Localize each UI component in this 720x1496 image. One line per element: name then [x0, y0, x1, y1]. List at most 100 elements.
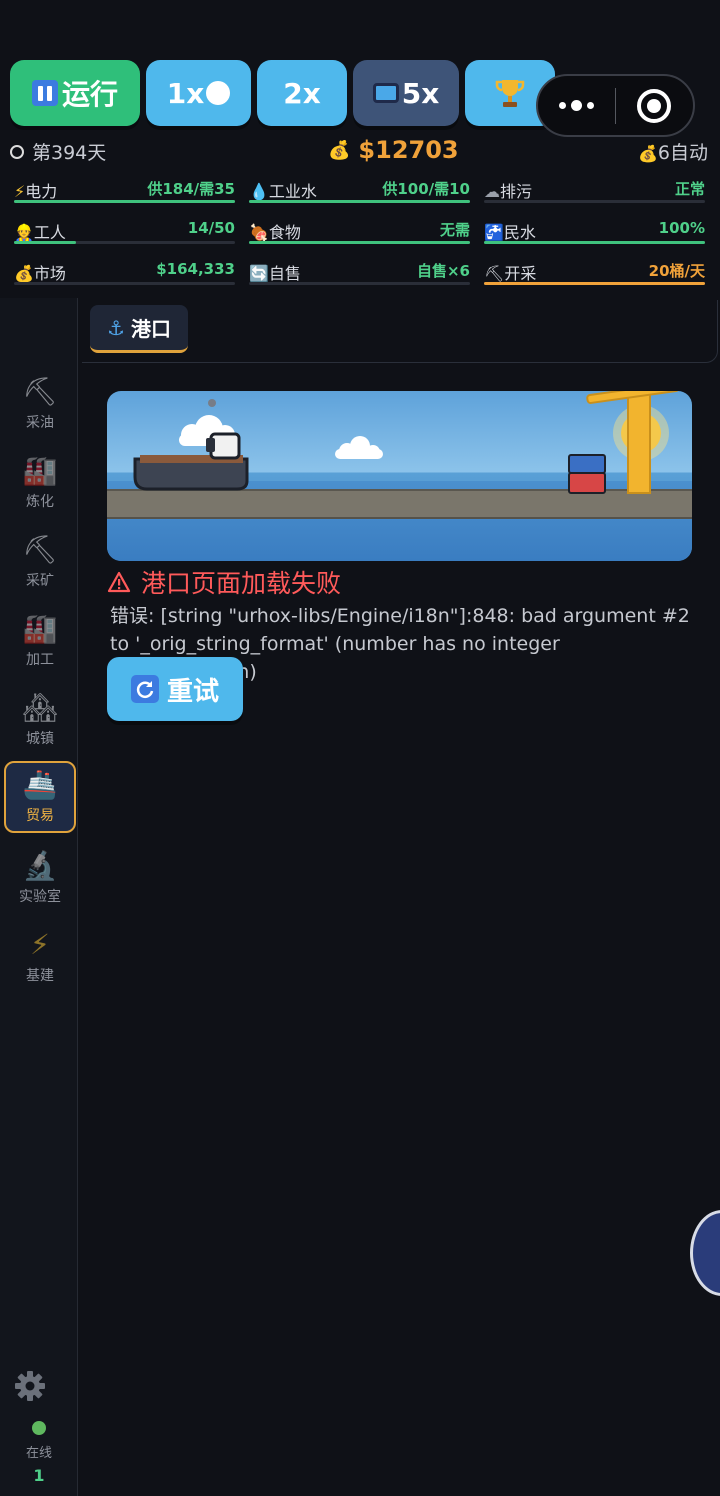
refresh-icon: 🔄	[249, 264, 269, 283]
money-display: 💰 $12703	[328, 136, 459, 164]
error-title: 港口页面加载失败	[107, 564, 341, 600]
resource-bar	[14, 241, 235, 244]
faucet-icon: 🚰	[484, 223, 504, 242]
sidebar-item-label: 基建	[26, 968, 54, 984]
resource-label: 开采	[504, 264, 537, 283]
resource-power: ⚡电力 供184/需35	[14, 176, 235, 210]
tab-port[interactable]: ⚓ 港口	[90, 305, 188, 353]
port-scene-art	[133, 391, 680, 494]
pickaxe-icon: ⛏	[22, 532, 58, 566]
resource-label: 电力	[25, 182, 58, 201]
floating-assistant-button[interactable]	[690, 1210, 720, 1296]
sidebar-item-label: 实验室	[19, 889, 61, 905]
error-title-text: 港口页面加载失败	[141, 569, 342, 598]
speed-controls: 运行 1x 2x 5x	[10, 60, 555, 128]
worker-icon: 👷	[14, 223, 34, 242]
pickaxe-icon: ⛏	[484, 264, 505, 283]
tab-label: 港口	[130, 317, 171, 341]
retry-button[interactable]: 重试	[107, 657, 243, 721]
speed-1x-button[interactable]: 1x	[146, 60, 251, 126]
resource-value: $164,333	[156, 260, 235, 278]
day-counter: 第394天	[10, 138, 106, 165]
sidebar-item-refinery[interactable]: 🏭 炼化	[4, 445, 76, 517]
sidebar-item-town[interactable]: 🏘 城镇	[4, 682, 76, 754]
sidebar-item-label: 炼化	[26, 494, 54, 510]
close-target-button[interactable]	[616, 88, 693, 123]
status-line: 第394天 💰 $12703 💰6自动	[10, 136, 710, 166]
resource-value: 14/50	[187, 219, 235, 237]
speed-5x-button[interactable]: 5x	[353, 60, 459, 126]
circle-icon	[206, 81, 231, 105]
trophy-icon	[495, 80, 525, 107]
sidebar-item-mining[interactable]: ⛏ 采矿	[4, 524, 76, 596]
resource-civil-water: 🚰民水 100%	[484, 217, 705, 251]
online-count: 1	[33, 1466, 45, 1485]
warning-icon	[107, 571, 131, 593]
resource-label: 排污	[500, 182, 533, 201]
meat-icon: 🍖	[249, 223, 269, 242]
resource-bar	[484, 241, 705, 244]
factory-icon: 🏭	[22, 611, 58, 645]
resource-bar	[484, 282, 705, 285]
resource-sewage: ☁排污 正常	[484, 176, 705, 210]
resource-value: 正常	[674, 180, 705, 198]
water-drop-icon: 💧	[249, 182, 269, 201]
resource-bar	[249, 241, 470, 244]
sidebar: ⛏ 采油 🏭 炼化 ⛏ 采矿 🏭 加工 🏘 城镇 🚢 贸易 🔬 实验室 ⚡ 基建	[0, 298, 78, 1496]
auto-text: 6自动	[657, 142, 708, 164]
run-button[interactable]: 运行	[10, 60, 140, 126]
resource-bar	[249, 282, 470, 285]
money-bag-icon: 💰	[328, 139, 351, 161]
resource-bar	[14, 282, 235, 285]
sidebar-item-label: 采矿	[26, 573, 54, 589]
resource-workers: 👷工人 14/50	[14, 217, 235, 251]
resource-bar	[14, 200, 235, 203]
money-text: $12703	[358, 136, 459, 164]
resource-extraction: ⛏开采 20桶/天	[484, 258, 705, 292]
money-bag-icon: 💰	[637, 144, 658, 163]
resource-bar	[484, 200, 705, 203]
clock-icon	[10, 144, 24, 159]
retry-label: 重试	[166, 676, 219, 707]
resource-label: 食物	[268, 223, 301, 242]
speed-2x-label: 2x	[283, 76, 321, 110]
resource-value: 20桶/天	[648, 262, 705, 280]
lightning-icon: ⚡	[14, 182, 26, 201]
run-label: 运行	[61, 78, 118, 111]
factory-icon: 🏭	[22, 453, 58, 487]
resource-value: 供184/需35	[147, 180, 235, 198]
sidebar-item-processing[interactable]: 🏭 加工	[4, 603, 76, 675]
resource-value: 无需	[439, 221, 470, 239]
sidebar-item-oil[interactable]: ⛏ 采油	[4, 366, 76, 438]
cloud-icon: ☁	[484, 182, 500, 201]
sidebar-item-label: 加工	[26, 652, 54, 668]
port-illustration	[107, 391, 692, 561]
lightning-icon: ⚡	[30, 927, 50, 961]
resource-value: 自售×6	[416, 262, 470, 280]
resource-industrial-water: 💧工业水 供100/需10	[249, 176, 470, 210]
resource-label: 市场	[33, 264, 66, 283]
resource-label: 工业水	[268, 182, 317, 201]
speed-1x-label: 1x	[166, 76, 205, 110]
resource-label: 民水	[503, 223, 536, 242]
pause-icon	[31, 80, 58, 106]
anchor-icon: ⚓	[107, 315, 125, 340]
resource-label: 工人	[33, 223, 66, 242]
more-icon[interactable]	[538, 100, 615, 111]
sidebar-item-label: 城镇	[26, 731, 54, 747]
speed-2x-button[interactable]: 2x	[257, 60, 347, 126]
sidebar-item-label: 采油	[26, 415, 54, 431]
sidebar-item-trade[interactable]: 🚢 贸易	[4, 761, 76, 833]
resource-value: 供100/需10	[382, 180, 470, 198]
online-label: 在线	[25, 1446, 52, 1461]
resource-bar	[249, 200, 470, 203]
resource-food: 🍖食物 无需	[249, 217, 470, 251]
sidebar-item-label: 贸易	[26, 808, 54, 824]
microscope-icon: 🔬	[22, 848, 58, 882]
sidebar-item-infrastructure[interactable]: ⚡ 基建	[4, 919, 76, 991]
resource-market: 💰市场 $164,333	[14, 258, 235, 292]
gear-icon[interactable]	[14, 1370, 46, 1402]
auto-counter[interactable]: 💰6自动	[638, 138, 708, 165]
tab-bar: ⚓ 港口	[82, 300, 718, 363]
sidebar-item-lab[interactable]: 🔬 实验室	[4, 840, 76, 912]
